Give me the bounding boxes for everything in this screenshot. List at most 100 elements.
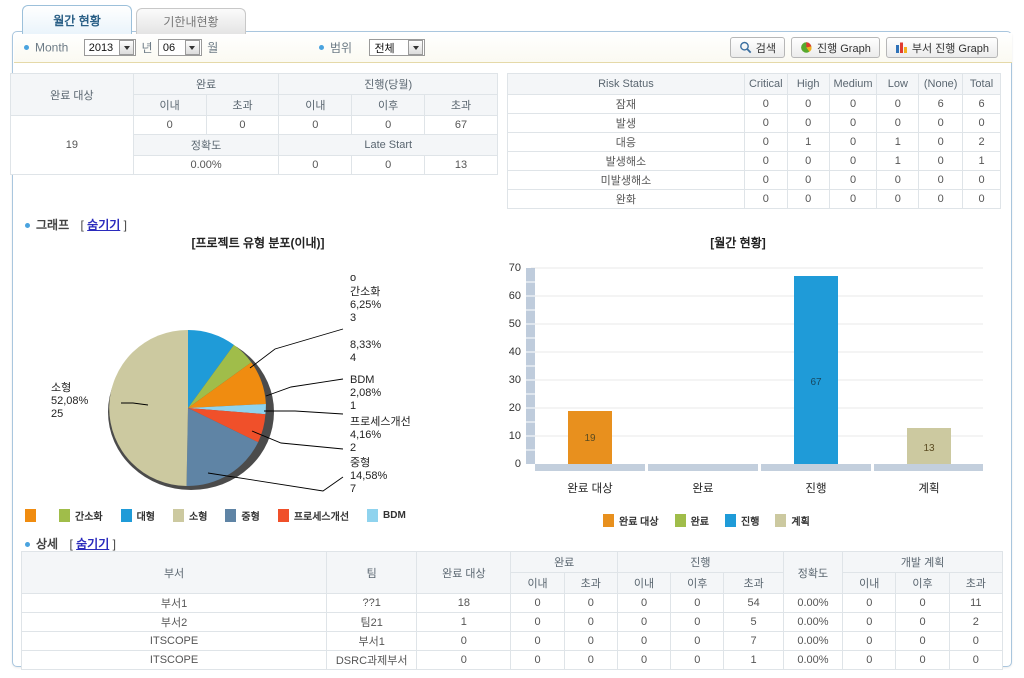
table-row: 부서 팀 완료 대상 완료 진행 정확도 개발 계획 [20, 551, 1003, 594]
tab-label: 월간 현황 [53, 13, 101, 28]
risk-cell: 0 [962, 189, 1001, 209]
detail-cell: 0 [670, 593, 725, 613]
legend-swatch-icon [120, 509, 132, 522]
summary-late-over-value: 13 [424, 155, 498, 175]
filter-bar: Month 2013 년 06 월 범위 전체 검색 진행 Graph 부서 진… [14, 33, 1012, 63]
detail-cell-dept: ITSCOPE [20, 631, 328, 651]
detail-cell: 0 [895, 593, 950, 613]
legend-item: 프로세스개선 [277, 508, 350, 523]
detail-cell: 0 [842, 650, 897, 670]
page-root: 월간 현황 기한내현황 Month 2013 년 06 월 범위 전체 검색 진… [0, 0, 1024, 678]
pie-callout-name: BDM [350, 374, 375, 386]
month-select[interactable]: 06 [157, 39, 202, 56]
detail-cell-target: 0 [416, 650, 512, 670]
bar-chart-legend: 완료 대상 완료 진행 계획 [603, 513, 810, 528]
detail-cell: 0 [563, 650, 618, 670]
risk-cell: 0 [962, 113, 1001, 133]
detail-team-header: 팀 [326, 551, 418, 594]
risk-cell: 0 [876, 113, 920, 133]
detail-cell-dept: ITSCOPE [20, 650, 328, 670]
tab-within-deadline-status[interactable]: 기한내현황 [136, 8, 246, 34]
detail-cell-accuracy: 0.00% [782, 612, 844, 632]
legend-swatch-icon [725, 514, 736, 527]
risk-cell: 0 [876, 189, 920, 209]
bar-chart-title: [월간 현황] [710, 236, 766, 250]
table-row[interactable]: 부서2 팀21 1 0 0 0 0 5 0.00% 0 0 2 [20, 612, 1004, 632]
toolbar: 검색 진행 Graph 부서 진행 Graph [729, 37, 998, 58]
legend-label: 계획 [791, 517, 810, 528]
svg-text:완료 대상: 완료 대상 [567, 482, 613, 495]
risk-cell: 0 [876, 170, 920, 190]
table-row: 19 0 0 0 0 67 [10, 115, 498, 175]
risk-cell: 0 [786, 189, 830, 209]
summary-accuracy-value: 0.00% [132, 155, 280, 175]
svg-text:19: 19 [584, 433, 596, 444]
detail-dept-header: 부서 [20, 551, 328, 594]
detail-cell: 0 [510, 650, 565, 670]
legend-item: 진행 [725, 513, 759, 528]
legend-label: 프로세스개선 [293, 512, 350, 523]
legend-item: 완료 [674, 513, 709, 528]
detail-cell: 7 [723, 631, 784, 651]
detail-plan-after-header: 이후 [895, 572, 950, 594]
tab-monthly-status[interactable]: 월간 현황 [22, 5, 132, 34]
detail-cell-target: 0 [416, 631, 512, 651]
table-row[interactable]: ITSCOPE 부서1 0 0 0 0 0 7 0.00% 0 0 0 [20, 631, 1004, 651]
detail-cell-team: 팀21 [326, 612, 418, 632]
detail-cell-target: 1 [416, 612, 512, 632]
summary-target-header: 완료 대상 [10, 73, 134, 116]
risk-status-header: Risk Status [507, 73, 745, 95]
risk-cell: 0 [743, 189, 788, 209]
pie-callout-pct: 8,33% [350, 339, 382, 351]
pie-callout-name: 중형 [350, 457, 371, 469]
detail-cell: 0 [616, 593, 672, 613]
detail-cell: 0 [895, 631, 950, 651]
dept-progress-graph-button-label: 부서 진행 Graph [911, 42, 989, 55]
scope-select-value: 전체 [374, 42, 395, 55]
dept-progress-graph-button[interactable]: 부서 진행 Graph [885, 37, 998, 58]
risk-cell: 0 [918, 132, 964, 152]
detail-cell-dept: 부서2 [20, 612, 328, 632]
table-row[interactable]: ITSCOPE DSRC과제부서 0 0 0 0 0 1 0.00% 0 0 0 [20, 650, 1004, 670]
pie-callout-first: o [350, 272, 356, 285]
detail-section-toggle[interactable]: 숨기기 [76, 537, 109, 551]
summary-prog-after-header: 이후 [351, 94, 426, 116]
summary-done-over-header: 초과 [205, 94, 280, 116]
detail-plan-within-header: 이내 [842, 572, 897, 594]
legend-item: 중형 [225, 508, 260, 523]
progress-graph-button[interactable]: 진행 Graph [790, 37, 880, 58]
detail-cell: 0 [616, 631, 672, 651]
scope-select[interactable]: 전체 [369, 39, 426, 56]
summary-prog-within-value: 0 [278, 115, 353, 135]
detail-cell: 0 [616, 650, 672, 670]
risk-cell: 0 [743, 132, 788, 152]
chevron-down-icon [408, 40, 424, 55]
risk-cell: 0 [828, 170, 878, 190]
svg-text:20: 20 [509, 402, 521, 414]
pie-callout-unnamed: 8,33% 4 [350, 339, 381, 365]
detail-accuracy-header: 정확도 [782, 551, 844, 594]
detail-done-over-header: 초과 [563, 572, 618, 594]
summary-late-start-header: Late Start [278, 134, 498, 156]
search-button-label: 검색 [755, 42, 776, 55]
table-row[interactable]: 부서1 ??1 18 0 0 0 0 54 0.00% 0 0 11 [20, 593, 1004, 613]
bullet-icon [24, 45, 29, 50]
summary-prog-over-header: 초과 [424, 94, 498, 116]
summary-prog-after-value: 0 [351, 115, 426, 135]
graph-section-toggle[interactable]: 숨기기 [87, 218, 120, 232]
detail-cell-team: ??1 [326, 593, 418, 613]
legend-item: 완료 대상 [603, 513, 659, 528]
detail-cell: 0 [510, 612, 565, 632]
search-button[interactable]: 검색 [729, 37, 785, 58]
svg-text:50: 50 [509, 318, 521, 330]
risk-cell: 0 [876, 94, 920, 114]
pie-callout-name: 소형 [51, 382, 72, 394]
legend-swatch-icon [173, 509, 185, 522]
month-filter-group: Month 2013 년 06 월 [24, 39, 218, 56]
detail-cell: 0 [670, 631, 725, 651]
risk-status-table: Risk Status Critical High Medium Low (No… [507, 73, 1001, 209]
year-select[interactable]: 2013 [83, 39, 137, 56]
risk-cell: 0 [962, 170, 1001, 190]
summary-done-within-header: 이내 [132, 94, 207, 116]
pie-callout-name: o [350, 272, 357, 284]
